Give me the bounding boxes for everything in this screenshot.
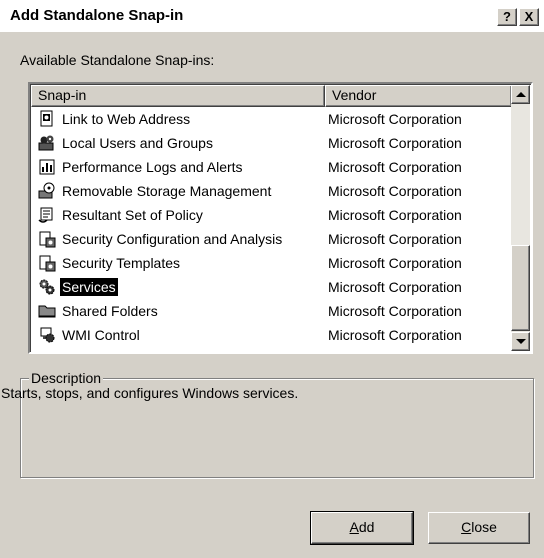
arrow-down-icon <box>516 339 526 344</box>
snapin-name: Link to Web Address <box>62 111 191 127</box>
window-title: Add Standalone Snap-in <box>10 7 184 24</box>
list-item[interactable]: Removable Storage Management Microsoft Co… <box>31 179 512 203</box>
snapin-name: Security Templates <box>62 255 181 271</box>
policy-icon <box>38 206 56 224</box>
snapin-vendor: Microsoft Corporation <box>328 327 462 343</box>
close-button[interactable]: Close <box>428 512 530 544</box>
services-gear-icon <box>38 278 56 296</box>
list-item[interactable]: Services Microsoft Corporation <box>31 275 512 299</box>
close-window-button[interactable]: X <box>519 8 539 26</box>
snapin-name: Removable Storage Management <box>62 183 272 199</box>
add-snapin-dialog: Add Standalone Snap-in ? X Available Sta… <box>0 0 544 558</box>
list-item[interactable]: Shared Folders Microsoft Corporation <box>31 299 512 323</box>
scroll-down-button[interactable] <box>511 332 530 351</box>
snapin-vendor: Microsoft Corporation <box>328 231 462 247</box>
snapin-vendor: Microsoft Corporation <box>328 159 462 175</box>
snapin-list[interactable]: Snap-in Vendor Link to Web Address Micros… <box>28 82 533 354</box>
list-item[interactable]: Local Users and Groups Microsoft Corporat… <box>31 131 512 155</box>
available-snapins-label: Available Standalone Snap-ins: <box>20 52 215 68</box>
close-button-label: Close <box>461 519 497 535</box>
wmi-icon <box>38 326 56 344</box>
add-button[interactable]: Add <box>310 511 414 545</box>
snapin-vendor: Microsoft Corporation <box>328 303 462 319</box>
scroll-up-button[interactable] <box>511 85 530 104</box>
snapin-name: Shared Folders <box>62 303 158 319</box>
snapin-name: Security Configuration and Analysis <box>62 231 283 247</box>
snapin-vendor: Microsoft Corporation <box>328 279 462 295</box>
snapin-name: Resultant Set of Policy <box>62 207 203 223</box>
description-text: Starts, stops, and configures Windows se… <box>1 385 299 401</box>
snapin-vendor: Microsoft Corporation <box>328 207 462 223</box>
security-templates-icon <box>38 254 56 272</box>
snapin-name: Performance Logs and Alerts <box>62 159 243 175</box>
list-header: Snap-in Vendor <box>31 85 512 107</box>
performance-icon <box>38 158 56 176</box>
add-button-label: Add <box>349 519 375 535</box>
help-button[interactable]: ? <box>497 8 517 26</box>
snapin-name: Services <box>60 278 118 296</box>
column-header-vendor[interactable]: Vendor <box>325 85 512 107</box>
list-rows: Link to Web Address Microsoft Corporation… <box>31 107 512 347</box>
security-config-icon <box>38 230 56 248</box>
link-icon <box>38 110 56 128</box>
snapin-vendor: Microsoft Corporation <box>328 183 462 199</box>
list-item[interactable]: Resultant Set of Policy Microsoft Corpora… <box>31 203 512 227</box>
arrow-up-icon <box>516 92 526 97</box>
vertical-scrollbar[interactable] <box>511 85 530 351</box>
snapin-vendor: Microsoft Corporation <box>328 135 462 151</box>
shared-folder-icon <box>38 302 56 320</box>
list-item[interactable]: Performance Logs and Alerts Microsoft Cor… <box>31 155 512 179</box>
snapin-vendor: Microsoft Corporation <box>328 255 462 271</box>
removable-storage-icon <box>38 182 56 200</box>
snapin-name: Local Users and Groups <box>62 135 213 151</box>
list-item[interactable]: Link to Web Address Microsoft Corporation <box>31 107 512 131</box>
snapin-vendor: Microsoft Corporation <box>328 111 462 127</box>
scroll-thumb[interactable] <box>511 245 530 331</box>
users-icon <box>38 134 56 152</box>
list-item[interactable]: Security Configuration and Analysis Micro… <box>31 227 512 251</box>
list-item[interactable]: Security Templates Microsoft Corporation <box>31 251 512 275</box>
snapin-name: WMI Control <box>62 327 140 343</box>
list-item[interactable]: WMI Control Microsoft Corporation <box>31 323 512 347</box>
column-header-snapin[interactable]: Snap-in <box>31 85 325 107</box>
title-bar[interactable]: Add Standalone Snap-in ? X <box>0 0 544 32</box>
